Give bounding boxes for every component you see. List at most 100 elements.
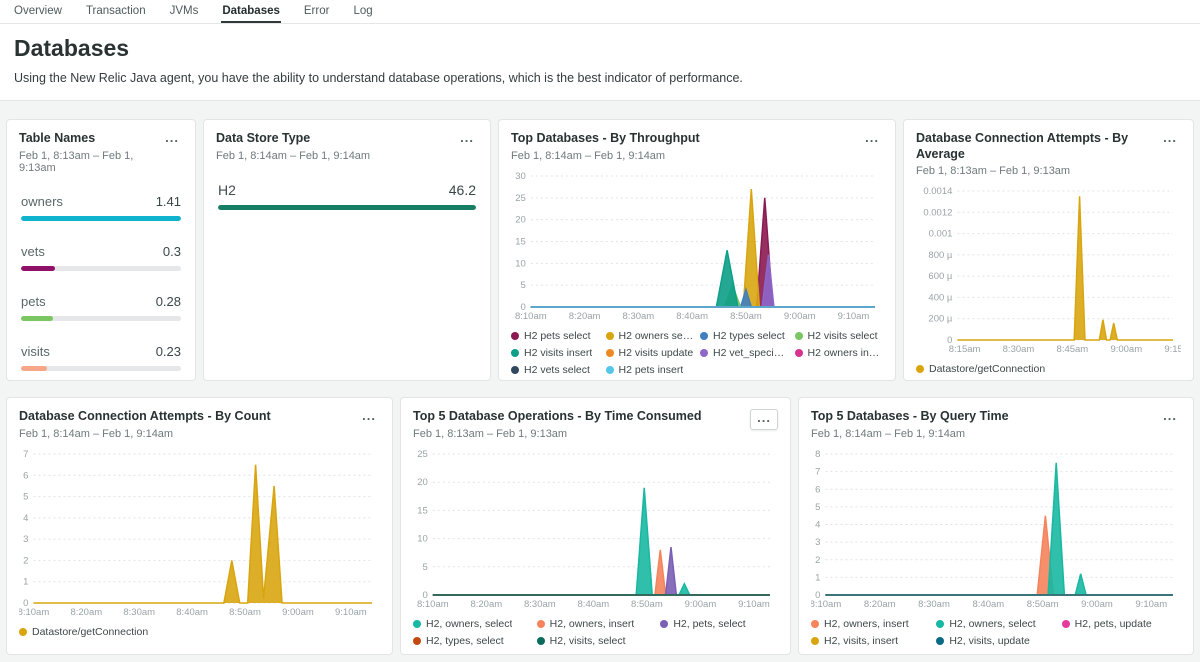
svg-text:5: 5	[23, 491, 28, 502]
bar-fill	[218, 205, 476, 210]
svg-text:3: 3	[23, 534, 28, 545]
legend-item[interactable]: H2, pets, select	[660, 618, 778, 630]
svg-text:400 µ: 400 µ	[928, 293, 952, 304]
svg-text:9:10am: 9:10am	[738, 599, 770, 610]
svg-text:5: 5	[815, 502, 820, 513]
svg-text:800 µ: 800 µ	[928, 250, 952, 261]
card-connection-attempts-average: Database Connection Attempts - By Averag…	[903, 119, 1194, 381]
legend-dot-icon	[511, 332, 519, 340]
legend-label: H2 owners select	[619, 330, 695, 342]
legend-item[interactable]: Datastore/getConnection	[916, 363, 1181, 375]
svg-text:8:15am: 8:15am	[949, 344, 981, 355]
tab-transaction[interactable]: Transaction	[85, 0, 147, 23]
svg-text:8:40am: 8:40am	[176, 607, 208, 618]
legend-item[interactable]: H2, owners, select	[413, 618, 531, 630]
legend-label: Datastore/getConnection	[32, 626, 148, 638]
legend-item[interactable]: H2 pets insert	[606, 364, 695, 376]
chart-legend: Datastore/getConnection	[916, 363, 1181, 375]
card-menu-button[interactable]: ...	[456, 131, 478, 145]
svg-text:8:50am: 8:50am	[631, 599, 663, 610]
legend-item[interactable]: H2 vets select	[511, 364, 600, 376]
legend-item[interactable]: H2 vet_specialti…	[700, 347, 789, 359]
legend-label: H2, visits, select	[550, 635, 626, 647]
legend-item[interactable]: H2 visits insert	[511, 347, 600, 359]
legend-item[interactable]: H2 owners insert	[795, 347, 884, 359]
svg-text:8:50am: 8:50am	[1027, 599, 1059, 610]
legend-dot-icon	[537, 620, 545, 628]
query-time-area-chart: 0123456788:10am8:20am8:30am8:40am8:50am9…	[811, 446, 1181, 610]
svg-text:8:40am: 8:40am	[676, 311, 708, 322]
svg-text:8:45am: 8:45am	[1057, 344, 1089, 355]
legend-item[interactable]: Datastore/getConnection	[19, 626, 380, 638]
svg-text:8:40am: 8:40am	[972, 599, 1004, 610]
card-menu-button[interactable]: ...	[161, 131, 183, 145]
bar-list: owners1.41vets0.3pets0.28visits0.23	[19, 194, 183, 371]
bar-track	[21, 316, 181, 321]
svg-text:5: 5	[521, 280, 526, 291]
legend-item[interactable]: H2, visits, update	[936, 635, 1055, 647]
svg-text:2: 2	[23, 555, 28, 566]
svg-text:1: 1	[23, 576, 28, 587]
legend-item[interactable]: H2 visits select	[795, 330, 884, 342]
legend-dot-icon	[936, 620, 944, 628]
legend-item[interactable]: H2, owners, insert	[537, 618, 655, 630]
bar-fill	[21, 366, 47, 371]
legend-item[interactable]: H2, owners, select	[936, 618, 1055, 630]
legend-item[interactable]: H2, visits, select	[537, 635, 655, 647]
bar-label: pets	[21, 294, 46, 309]
svg-text:9:00am: 9:00am	[282, 607, 314, 618]
card-menu-button[interactable]: ...	[861, 131, 883, 145]
svg-text:7: 7	[23, 449, 28, 460]
card-row-2: Database Connection Attempts - By Count …	[0, 397, 1200, 655]
legend-item[interactable]: H2, visits, insert	[811, 635, 930, 647]
svg-text:8:30am: 8:30am	[1003, 344, 1035, 355]
bar-label: H2	[218, 182, 236, 198]
tab-jvms[interactable]: JVMs	[169, 0, 200, 23]
legend-item[interactable]: H2 types select	[700, 330, 789, 342]
legend-dot-icon	[795, 332, 803, 340]
tab-error[interactable]: Error	[303, 0, 331, 23]
legend-item[interactable]: H2, pets, update	[1062, 618, 1181, 630]
tab-databases[interactable]: Databases	[221, 0, 281, 23]
legend-item[interactable]: H2 owners select	[606, 330, 695, 342]
legend-item[interactable]: H2, owners, insert	[811, 618, 930, 630]
page-subtitle: Using the New Relic Java agent, you have…	[14, 71, 1186, 85]
svg-text:8:30am: 8:30am	[918, 599, 950, 610]
legend-label: H2, visits, insert	[824, 635, 898, 647]
card-table-names: Table Names Feb 1, 8:13am – Feb 1, 9:13a…	[6, 119, 196, 381]
card-menu-button[interactable]: ...	[1159, 131, 1181, 145]
chart-canvas: 05101520258:10am8:20am8:30am8:40am8:50am…	[413, 446, 778, 610]
tab-log[interactable]: Log	[352, 0, 373, 23]
card-timerange: Feb 1, 8:14am – Feb 1, 9:14am	[19, 428, 271, 440]
tab-overview[interactable]: Overview	[13, 0, 63, 23]
legend-label: H2, owners, select	[949, 618, 1035, 630]
legend-item[interactable]: H2, types, select	[413, 635, 531, 647]
bar-fill	[21, 316, 53, 321]
svg-text:20: 20	[515, 214, 526, 225]
legend-dot-icon	[606, 366, 614, 374]
bar-fill	[21, 266, 55, 271]
bar-label: vets	[21, 244, 45, 259]
legend-label: H2 pets insert	[619, 364, 684, 376]
svg-text:9:10am: 9:10am	[1135, 599, 1167, 610]
svg-text:8:30am: 8:30am	[123, 607, 155, 618]
svg-text:9:15am: 9:15am	[1164, 344, 1181, 355]
legend-label: H2, visits, update	[949, 635, 1030, 647]
chart-legend: Datastore/getConnection	[19, 626, 380, 638]
card-timerange: Feb 1, 8:13am – Feb 1, 9:13am	[413, 428, 702, 440]
svg-text:25: 25	[417, 449, 428, 460]
svg-text:9:00am: 9:00am	[1110, 344, 1142, 355]
svg-text:9:00am: 9:00am	[685, 599, 717, 610]
legend-dot-icon	[537, 637, 545, 645]
legend-item[interactable]: H2 pets select	[511, 330, 600, 342]
card-timerange: Feb 1, 8:13am – Feb 1, 9:13am	[19, 150, 161, 174]
card-menu-button[interactable]: ...	[1159, 409, 1181, 423]
card-menu-button[interactable]: ...	[358, 409, 380, 423]
bar-row: pets0.28	[21, 294, 181, 321]
legend-label: H2 visits insert	[524, 347, 592, 359]
svg-text:15: 15	[417, 505, 428, 516]
card-menu-button[interactable]: ...	[750, 409, 778, 430]
bar-row: vets0.3	[21, 244, 181, 271]
legend-item[interactable]: H2 visits update	[606, 347, 695, 359]
card-data-store-type: Data Store Type Feb 1, 8:14am – Feb 1, 9…	[203, 119, 491, 381]
